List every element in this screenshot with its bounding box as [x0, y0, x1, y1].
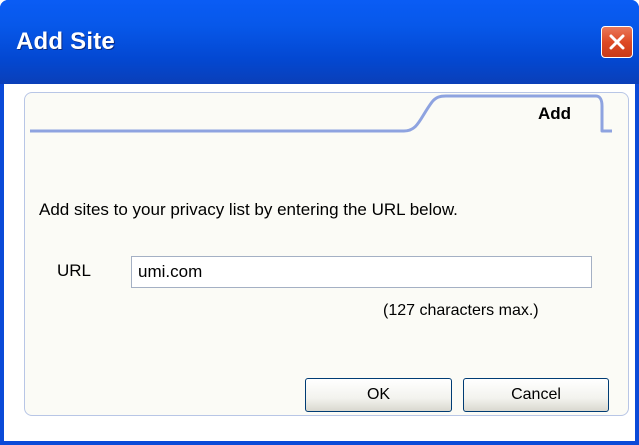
url-label: URL	[57, 261, 92, 280]
tab-add[interactable]: Add	[538, 104, 571, 124]
description-text: Add sites to your privacy list by enteri…	[39, 200, 458, 219]
add-site-dialog: Add Site Add Add sites to your privacy l…	[0, 0, 639, 445]
ok-button[interactable]: OK	[305, 378, 452, 412]
url-input[interactable]	[131, 256, 592, 288]
cancel-button[interactable]: Cancel	[463, 378, 609, 412]
max-length-note: (127 characters max.)	[383, 302, 539, 319]
